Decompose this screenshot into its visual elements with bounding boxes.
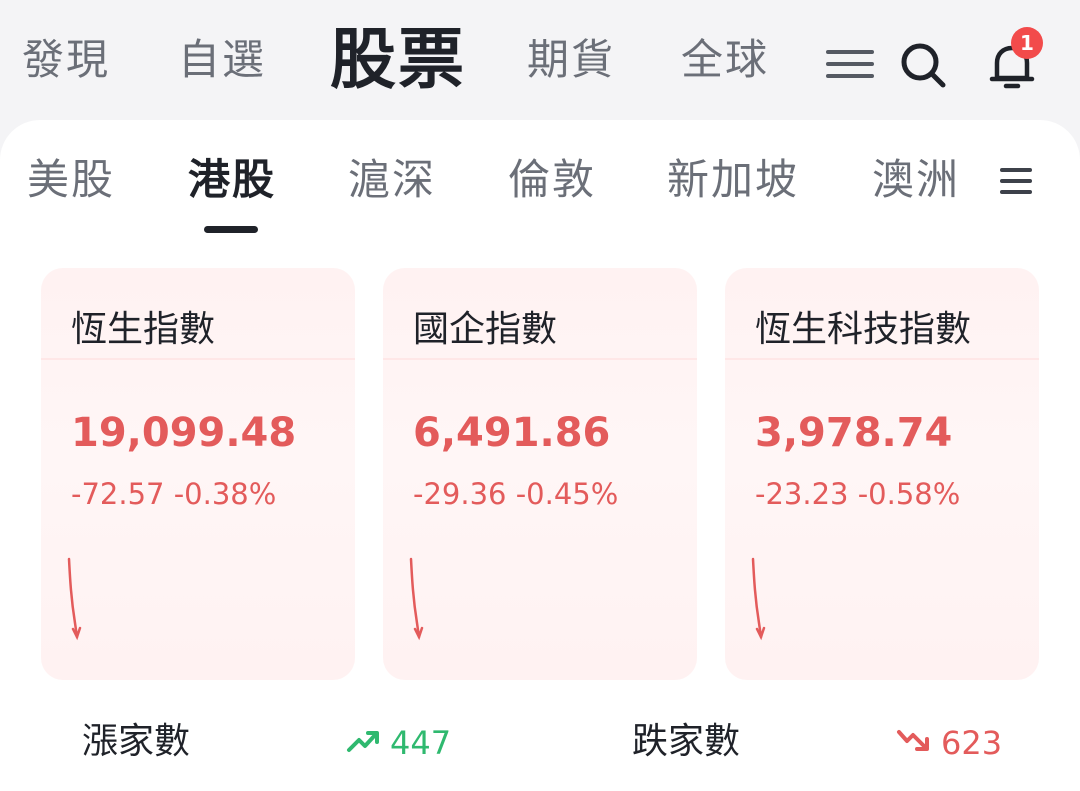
advancers-count: 447 <box>390 724 452 762</box>
card-divider <box>383 358 697 360</box>
decliners-label: 跌家數 <box>632 721 741 762</box>
decliners-count: 623 <box>941 724 1003 762</box>
index-price: 3,978.74 <box>755 410 953 456</box>
index-card-hscei[interactable]: 國企指數 6,491.86 -29.36 -0.45% <box>383 268 697 680</box>
sparkline-down-icon <box>409 557 424 641</box>
tab-london[interactable]: 倫敦 <box>508 150 596 210</box>
index-price: 6,491.86 <box>413 410 611 456</box>
card-divider <box>725 358 1039 360</box>
tab-global[interactable]: 全球 <box>681 32 769 88</box>
tab-singapore[interactable]: 新加坡 <box>667 150 799 210</box>
tab-discover[interactable]: 發現 <box>22 32 110 88</box>
index-name: 國企指數 <box>413 309 558 350</box>
index-card-hsi[interactable]: 恆生指數 19,099.48 -72.57 -0.38% <box>41 268 355 680</box>
trend-down-icon <box>897 730 929 751</box>
index-change: -29.36 -0.45% <box>413 477 619 511</box>
index-change: -23.23 -0.58% <box>755 477 961 511</box>
notification-badge: 1 <box>1011 27 1043 59</box>
tab-watchlist[interactable]: 自選 <box>178 32 266 88</box>
tab-stocks[interactable]: 股票 <box>330 20 466 100</box>
index-price: 19,099.48 <box>71 410 297 456</box>
menu-icon[interactable] <box>822 36 878 92</box>
more-markets-icon[interactable] <box>996 160 1038 202</box>
index-card-hstech[interactable]: 恆生科技指數 3,978.74 -23.23 -0.58% <box>725 268 1039 680</box>
advancers-label: 漲家數 <box>82 721 191 762</box>
index-change: -72.57 -0.38% <box>71 477 277 511</box>
tab-a-shares[interactable]: 滬深 <box>348 150 436 210</box>
search-icon[interactable] <box>894 36 950 92</box>
card-divider <box>41 358 355 360</box>
tab-futures[interactable]: 期貨 <box>527 32 615 88</box>
trend-up-icon <box>347 731 379 752</box>
tab-australia[interactable]: 澳洲 <box>872 150 960 210</box>
sparkline-down-icon <box>67 557 82 641</box>
tab-hk-stocks[interactable]: 港股 <box>188 150 276 210</box>
active-tab-indicator <box>204 226 258 233</box>
tab-us-stocks[interactable]: 美股 <box>27 150 115 210</box>
index-name: 恆生科技指數 <box>755 309 972 350</box>
top-nav-bar: 發現 自選 股票 期貨 全球 1 <box>0 0 1080 120</box>
index-name: 恆生指數 <box>71 309 216 350</box>
sparkline-down-icon <box>751 557 766 641</box>
